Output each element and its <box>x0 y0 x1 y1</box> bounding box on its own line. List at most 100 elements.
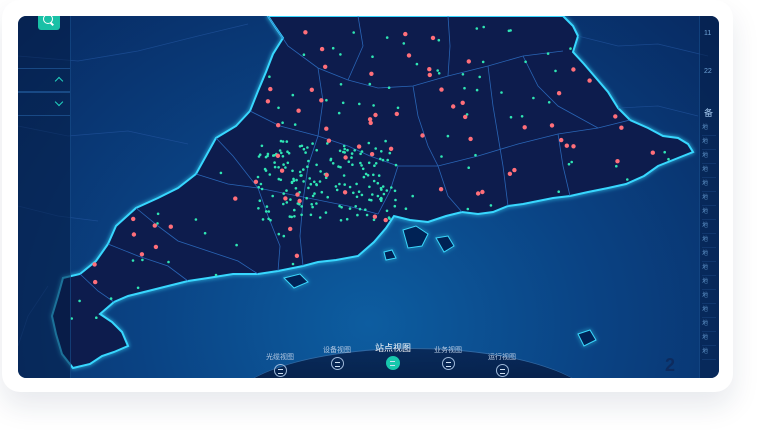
site-point-green[interactable] <box>359 161 362 165</box>
site-point-green[interactable] <box>294 187 298 190</box>
site-point-red[interactable] <box>373 112 378 118</box>
site-point-green[interactable] <box>348 207 352 210</box>
right-panel-item[interactable]: 地 <box>702 262 716 276</box>
site-point-green[interactable] <box>334 185 338 188</box>
site-point-red[interactable] <box>613 114 618 119</box>
site-point-green[interactable] <box>282 163 285 166</box>
site-point-green[interactable] <box>293 208 296 212</box>
site-point-green[interactable] <box>373 164 376 167</box>
site-point-green[interactable] <box>358 102 361 106</box>
panel-row-collapse[interactable] <box>18 92 70 116</box>
site-point-green[interactable] <box>214 273 218 277</box>
site-point-green[interactable] <box>266 152 270 156</box>
site-point-red[interactable] <box>296 108 301 113</box>
site-point-green[interactable] <box>291 262 295 266</box>
site-point-green[interactable] <box>277 177 281 181</box>
site-point-green[interactable] <box>156 222 159 225</box>
site-point-green[interactable] <box>300 213 303 217</box>
site-point-red[interactable] <box>319 98 324 103</box>
site-point-red[interactable] <box>650 150 655 155</box>
site-point-green[interactable] <box>387 216 391 219</box>
site-point-green[interactable] <box>318 216 322 219</box>
site-point-green[interactable] <box>546 52 550 55</box>
site-point-green[interactable] <box>554 69 557 73</box>
site-point-green[interactable] <box>379 157 382 161</box>
site-point-green[interactable] <box>136 286 140 290</box>
site-point-green[interactable] <box>466 207 470 211</box>
site-point-green[interactable] <box>292 177 295 181</box>
site-point-green[interactable] <box>313 180 316 184</box>
site-point-green[interactable] <box>285 140 289 143</box>
chevron-down-icon[interactable] <box>54 97 64 107</box>
site-point-red[interactable] <box>297 198 302 204</box>
site-point-green[interactable] <box>131 259 135 262</box>
right-panel-item[interactable]: 地 <box>702 318 716 332</box>
site-point-green[interactable] <box>355 182 358 186</box>
site-point-green[interactable] <box>264 210 268 213</box>
site-point-green[interactable] <box>277 106 280 110</box>
site-point-red[interactable] <box>383 217 388 223</box>
site-point-green[interactable] <box>261 218 265 221</box>
site-point-green[interactable] <box>481 60 485 64</box>
site-point-green[interactable] <box>272 154 275 157</box>
site-point-green[interactable] <box>362 175 366 179</box>
site-point-green[interactable] <box>277 232 281 236</box>
site-point-green[interactable] <box>278 149 282 152</box>
site-point-red[interactable] <box>275 153 281 158</box>
site-point-green[interactable] <box>667 157 670 161</box>
site-point-green[interactable] <box>309 182 313 186</box>
site-point-green[interactable] <box>385 209 389 213</box>
site-point-green[interactable] <box>331 46 335 50</box>
site-point-red[interactable] <box>430 35 436 41</box>
site-point-green[interactable] <box>475 88 479 92</box>
site-point-green[interactable] <box>156 212 160 216</box>
site-point-red[interactable] <box>507 171 513 176</box>
site-point-green[interactable] <box>475 27 479 30</box>
site-point-green[interactable] <box>338 149 342 153</box>
site-point-green[interactable] <box>347 160 351 163</box>
site-point-red[interactable] <box>559 137 564 143</box>
site-point-green[interactable] <box>285 201 289 204</box>
site-point-green[interactable] <box>372 179 376 183</box>
site-point-green[interactable] <box>368 185 371 189</box>
site-point-red[interactable] <box>587 78 592 83</box>
right-panel-item[interactable]: 地 <box>702 304 716 318</box>
province-map[interactable] <box>18 16 719 378</box>
site-point-green[interactable] <box>271 194 274 198</box>
site-point-green[interactable] <box>390 186 393 189</box>
site-point-red[interactable] <box>439 87 444 92</box>
site-point-green[interactable] <box>339 219 343 222</box>
site-point-green[interactable] <box>379 199 383 202</box>
site-point-green[interactable] <box>474 153 477 157</box>
site-point-red[interactable] <box>619 125 624 130</box>
site-point-green[interactable] <box>360 193 364 197</box>
site-point-green[interactable] <box>381 158 385 162</box>
site-point-green[interactable] <box>437 38 441 42</box>
site-point-green[interactable] <box>268 173 272 176</box>
site-point-green[interactable] <box>257 185 260 189</box>
site-point-red[interactable] <box>295 192 300 197</box>
site-point-green[interactable] <box>203 231 207 235</box>
site-point-red[interactable] <box>460 100 465 106</box>
site-point-green[interactable] <box>364 208 367 211</box>
site-point-green[interactable] <box>381 185 385 188</box>
site-point-green[interactable] <box>339 53 342 56</box>
site-point-red[interactable] <box>276 123 281 128</box>
site-point-red[interactable] <box>571 144 576 149</box>
site-point-green[interactable] <box>360 164 363 167</box>
site-point-green[interactable] <box>355 195 359 199</box>
site-point-green[interactable] <box>415 62 419 66</box>
right-panel-item[interactable]: 地 <box>702 332 716 346</box>
site-point-green[interactable] <box>663 150 666 154</box>
site-point-green[interactable] <box>282 192 286 195</box>
site-point-red[interactable] <box>420 133 425 138</box>
right-panel-item[interactable]: 地 <box>702 192 716 206</box>
site-point-green[interactable] <box>325 98 328 102</box>
site-point-green[interactable] <box>318 180 322 183</box>
site-point-green[interactable] <box>324 211 328 214</box>
site-point-green[interactable] <box>358 207 362 211</box>
site-point-red[interactable] <box>406 53 412 58</box>
site-point-red[interactable] <box>319 46 325 52</box>
site-point-green[interactable] <box>339 83 343 86</box>
site-point-red[interactable] <box>233 196 238 201</box>
